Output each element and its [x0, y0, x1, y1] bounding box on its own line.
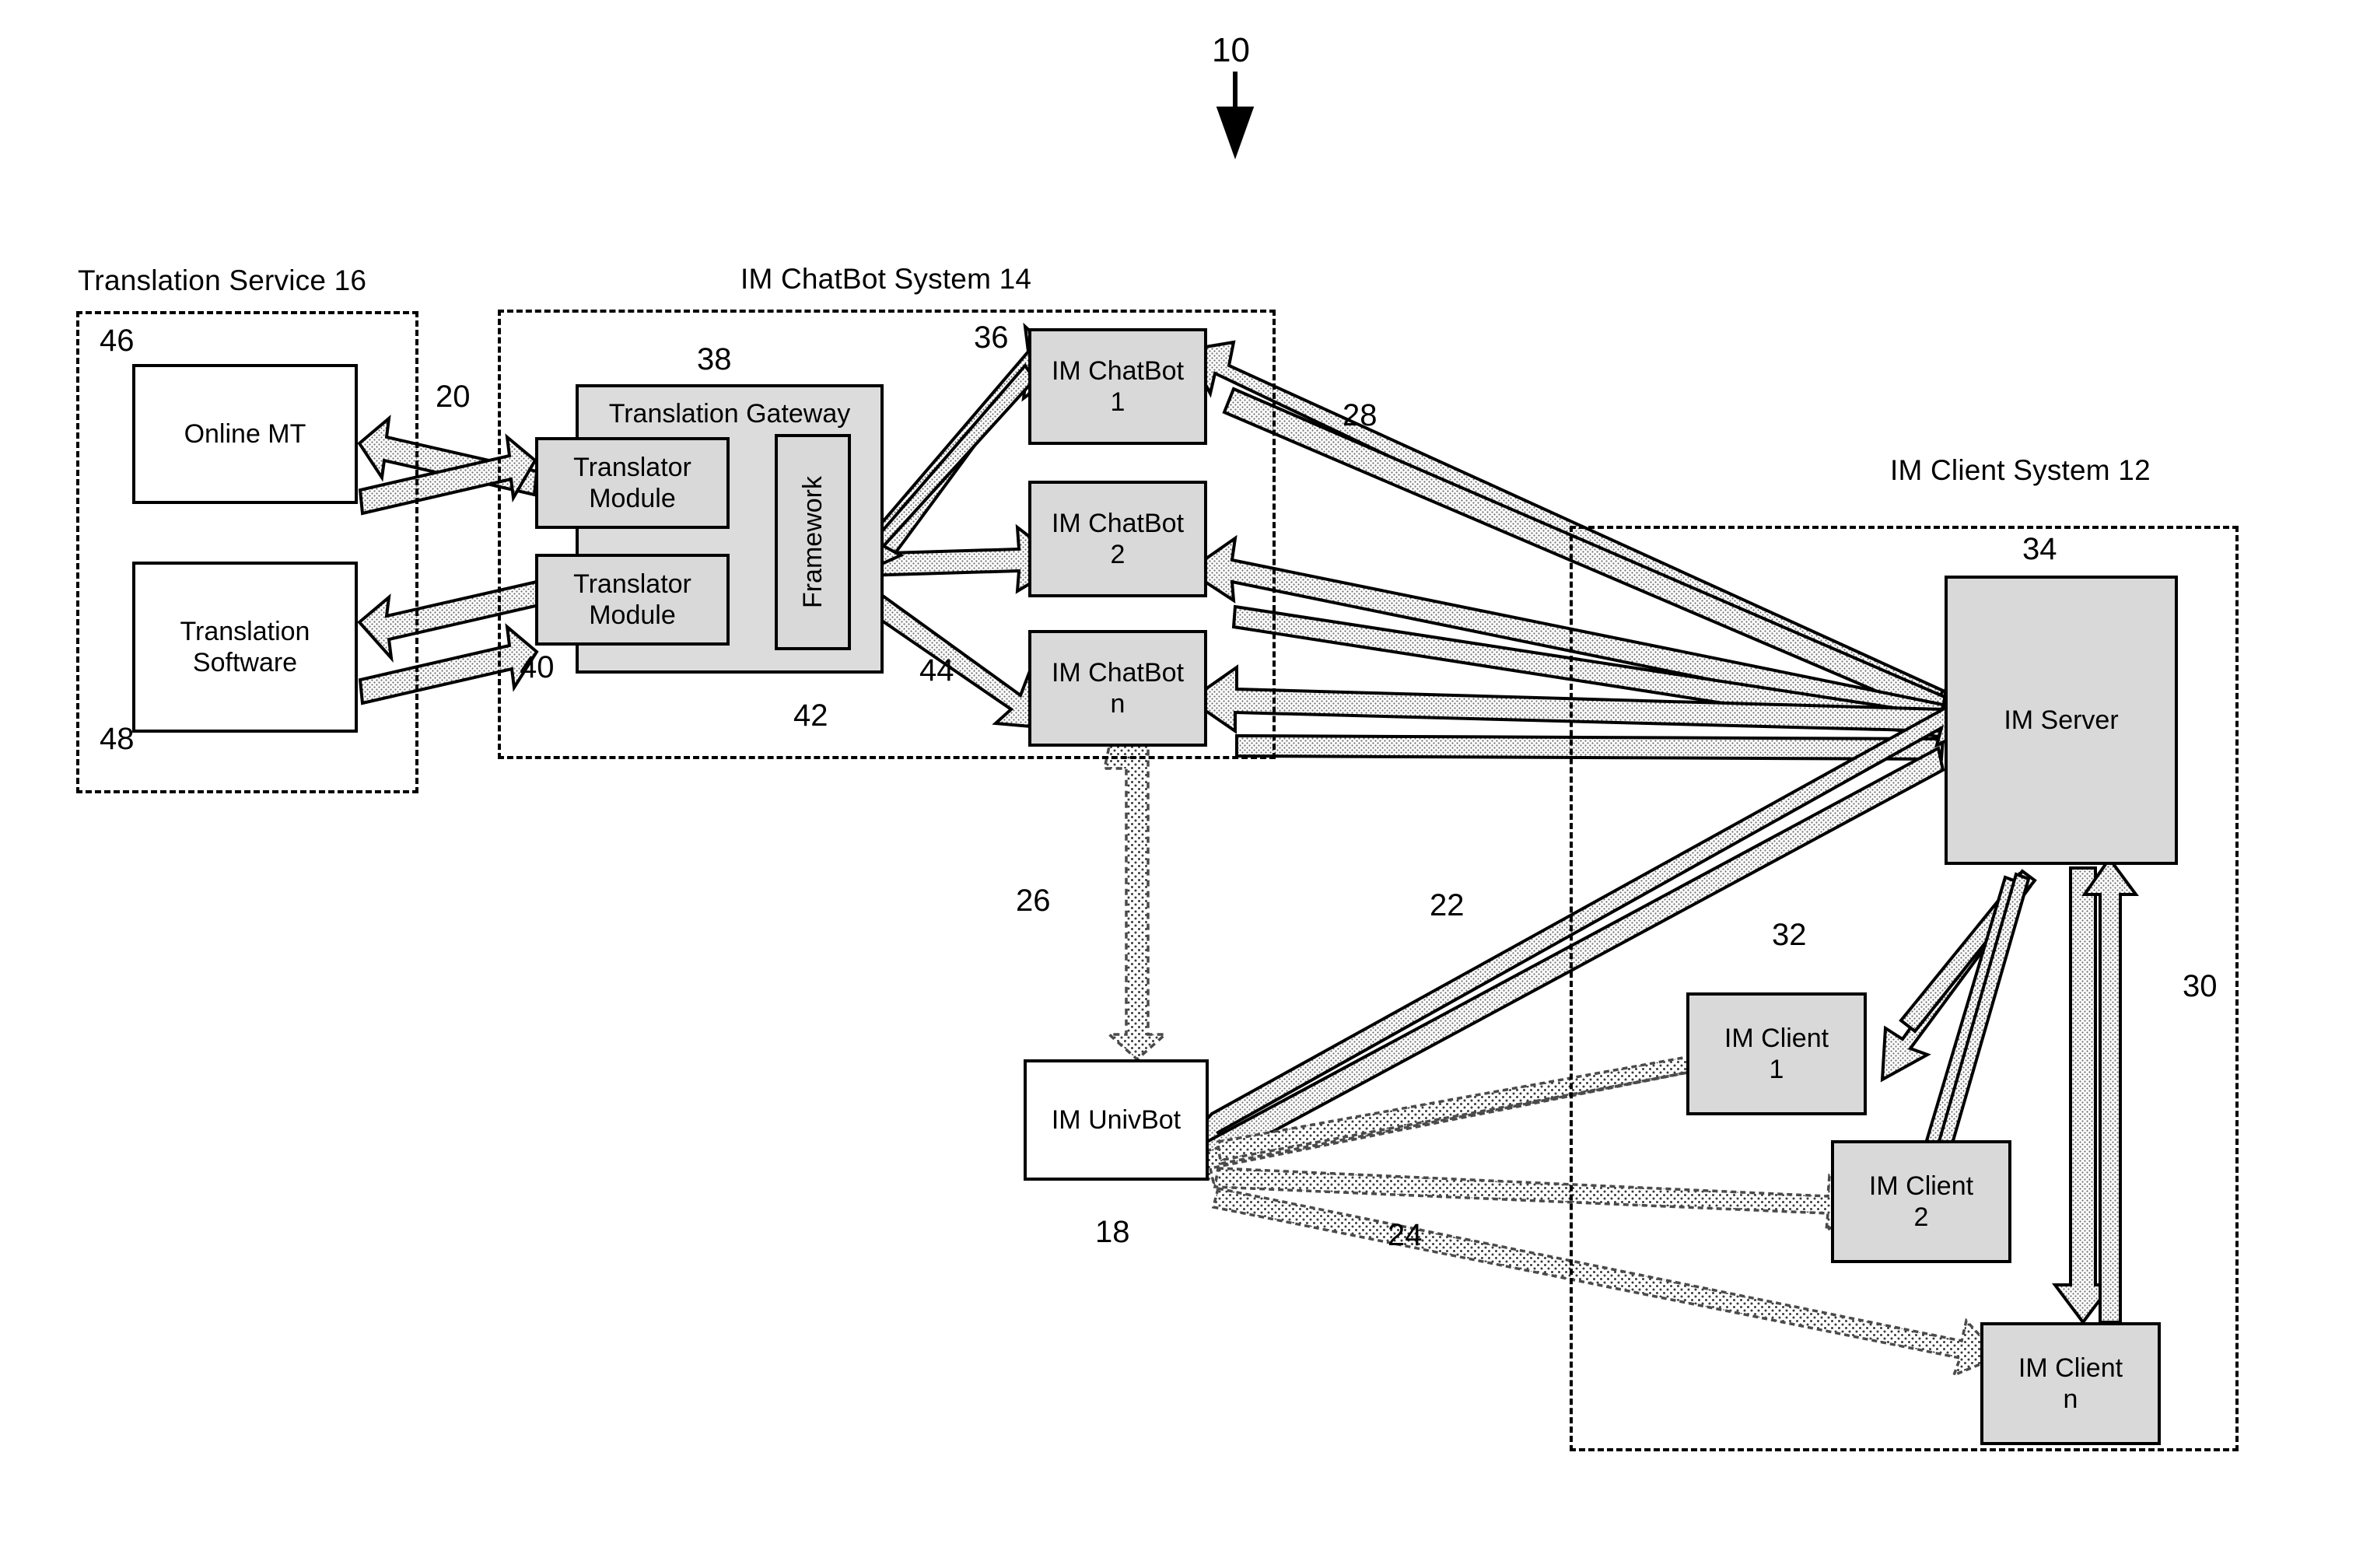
translation-software-box[interactable]: Translation Software	[132, 562, 358, 733]
translation-gateway-label: Translation Gateway	[608, 399, 851, 429]
translation-software-label-line1: Translation	[180, 616, 310, 646]
im-client-n-box[interactable]: IM Client n	[1980, 1322, 2161, 1445]
im-chatbot-2-label-line2: 2	[1110, 540, 1125, 569]
ref-numeral-18: 18	[1095, 1215, 1130, 1249]
patent-figure: Translation Service 16 IM ChatBot System…	[0, 0, 2356, 1568]
translator-module-1-label-line2: Module	[589, 484, 676, 513]
im-chatbot-n-label-line2: n	[1110, 689, 1125, 719]
im-client-1-label-line2: 1	[1769, 1055, 1784, 1084]
im-chatbot-1-label-line2: 1	[1110, 387, 1125, 417]
im-chatbot-2-label-line1: IM ChatBot	[1051, 508, 1185, 538]
translator-module-2-label-line2: Module	[589, 600, 676, 630]
ref-numeral-38: 38	[697, 342, 732, 376]
im-chatbot-1-box[interactable]: IM ChatBot 1	[1028, 328, 1207, 445]
online-mt-box[interactable]: Online MT	[132, 364, 358, 504]
translator-module-1-box[interactable]: Translator Module	[535, 437, 730, 529]
im-chatbot-1-label-line1: IM ChatBot	[1051, 355, 1185, 386]
im-chatbot-n-label-line1: IM ChatBot	[1051, 657, 1185, 688]
im-client-1-label-line1: IM Client	[1724, 1023, 1829, 1053]
figure-reference-numeral: 10	[1212, 31, 1250, 69]
ref-numeral-34: 34	[2022, 532, 2057, 566]
ref-numeral-30: 30	[2183, 969, 2218, 1003]
im-client-n-label-line2: n	[2063, 1384, 2078, 1414]
im-client-2-label-line2: 2	[1913, 1202, 1929, 1232]
online-mt-label: Online MT	[184, 418, 306, 449]
im-chatbot-n-box[interactable]: IM ChatBot n	[1028, 630, 1207, 747]
im-chatbot-2-box[interactable]: IM ChatBot 2	[1028, 481, 1207, 597]
translator-module-1-label-line1: Translator	[573, 452, 691, 482]
ref-numeral-22: 22	[1430, 888, 1465, 922]
ref-numeral-32: 32	[1772, 918, 1807, 952]
im-univbot-label: IM UnivBot	[1051, 1104, 1182, 1135]
ref-numeral-26: 26	[1016, 884, 1051, 918]
im-client-1-box[interactable]: IM Client 1	[1686, 992, 1867, 1115]
framework-box[interactable]: Framework	[775, 434, 851, 650]
ref-numeral-42: 42	[793, 698, 828, 733]
im-server-label: IM Server	[2004, 705, 2119, 735]
im-chatbot-system-title: IM ChatBot System 14	[740, 263, 1032, 295]
ref-numeral-36: 36	[974, 320, 1009, 355]
ref-numeral-46: 46	[100, 324, 135, 358]
im-univbot-box[interactable]: IM UnivBot	[1024, 1059, 1209, 1181]
im-client-2-box[interactable]: IM Client 2	[1831, 1140, 2011, 1263]
ref-numeral-44: 44	[919, 653, 954, 688]
translator-module-2-box[interactable]: Translator Module	[535, 554, 730, 646]
im-client-2-label-line1: IM Client	[1868, 1171, 1974, 1201]
ref-numeral-48: 48	[100, 722, 135, 756]
im-client-n-label-line1: IM Client	[2018, 1353, 2123, 1383]
translation-service-title: Translation Service 16	[78, 264, 367, 296]
ref-numeral-40: 40	[520, 650, 555, 684]
translator-module-2-label-line1: Translator	[573, 569, 691, 599]
im-server-box[interactable]: IM Server	[1945, 576, 2178, 865]
framework-label: Framework	[797, 475, 828, 609]
ref-numeral-20: 20	[436, 380, 471, 414]
im-client-system-title: IM Client System 12	[1890, 454, 2151, 486]
translation-software-label-line2: Software	[192, 648, 298, 677]
ref-numeral-24: 24	[1388, 1218, 1423, 1252]
ref-numeral-28: 28	[1343, 398, 1378, 432]
